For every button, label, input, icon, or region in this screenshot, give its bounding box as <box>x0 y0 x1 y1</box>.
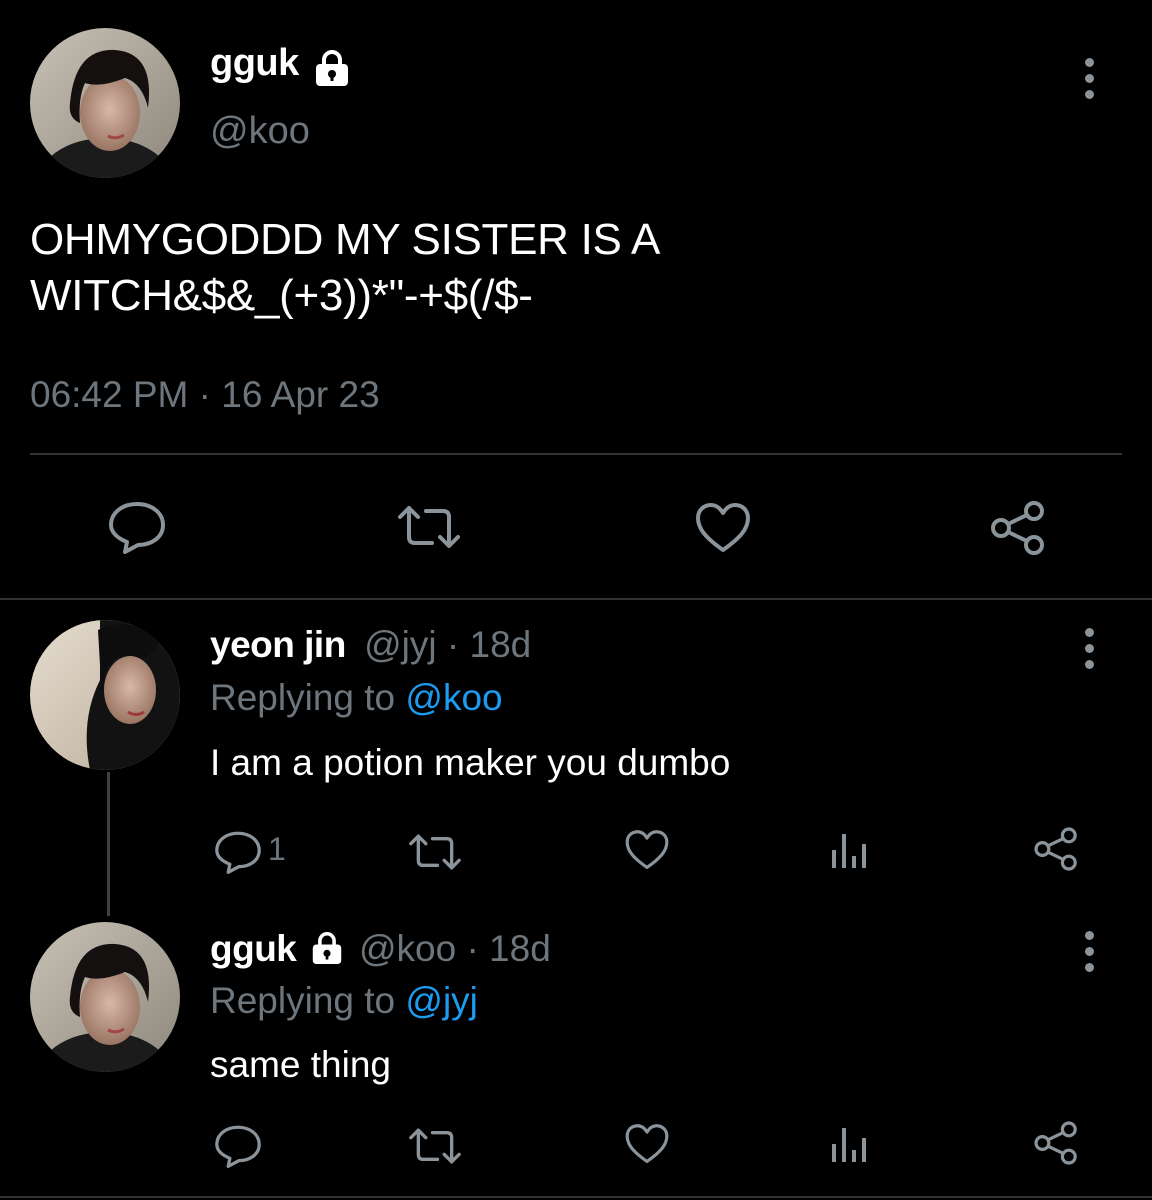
tweet-text-line: OHMYGODDD MY SISTER IS A <box>30 215 661 264</box>
retweet-icon[interactable] <box>407 1126 463 1166</box>
retweet-icon[interactable] <box>407 832 463 872</box>
retweet-icon[interactable] <box>396 503 462 551</box>
divider <box>30 453 1122 455</box>
lock-icon <box>312 50 352 86</box>
analytics-icon[interactable] <box>830 830 870 870</box>
heart-icon[interactable] <box>624 1123 670 1165</box>
replying-to-label: Replying to <box>210 677 396 718</box>
reply-text: I am a potion maker you dumbo <box>210 742 731 783</box>
reply-avatar[interactable] <box>30 922 180 1072</box>
lock-icon <box>309 932 345 964</box>
reply-age: · 18d <box>446 624 532 665</box>
replying-to: Replying to @koo <box>210 677 503 719</box>
more-vertical-icon[interactable] <box>1083 628 1095 669</box>
author-avatar[interactable] <box>30 28 180 178</box>
divider <box>0 1196 1152 1198</box>
tweet-time: 06:42 PM <box>30 374 189 415</box>
author-handle[interactable]: @koo <box>210 110 310 153</box>
more-vertical-icon[interactable] <box>1083 931 1095 972</box>
comment-icon[interactable] <box>213 1124 263 1168</box>
divider <box>0 598 1152 600</box>
replying-to: Replying to @jyj <box>210 980 478 1022</box>
thread-line <box>107 772 110 916</box>
reply-avatar[interactable] <box>30 620 180 770</box>
tweet-text: OHMYGODDD MY SISTER IS A WITCH&$&_(+3))*… <box>30 212 660 324</box>
replying-to-handle[interactable]: @jyj <box>405 980 478 1021</box>
reply-display-name[interactable]: yeon jin <box>210 624 346 665</box>
reply-age: · 18d <box>466 928 551 969</box>
reply-handle[interactable]: @jyj <box>364 624 437 665</box>
author-display-name[interactable]: gguk <box>210 42 299 85</box>
reply-header: yeon jin @jyj · 18d <box>210 624 531 666</box>
comment-icon[interactable] <box>213 830 263 874</box>
more-vertical-icon[interactable] <box>1083 58 1095 99</box>
tweet-text-line: WITCH&$&_(+3))*"-+$(/$- <box>30 271 533 320</box>
share-icon[interactable] <box>1032 1120 1080 1166</box>
reply-header: gguk @koo · 18d <box>210 928 551 970</box>
reply-display-name[interactable]: gguk <box>210 928 297 969</box>
reply-handle[interactable]: @koo <box>359 928 456 969</box>
share-icon[interactable] <box>1032 826 1080 872</box>
replying-to-label: Replying to <box>210 980 396 1021</box>
reply-count: 1 <box>268 831 286 867</box>
heart-icon[interactable] <box>624 829 670 871</box>
tweet-timestamp[interactable]: 06:42 PM · 16 Apr 23 <box>30 374 380 416</box>
reply-text: same thing <box>210 1044 391 1085</box>
tweet-date: 16 Apr 23 <box>221 374 380 415</box>
heart-icon[interactable] <box>694 502 752 554</box>
replying-to-handle[interactable]: @koo <box>405 677 502 718</box>
share-icon[interactable] <box>988 500 1048 556</box>
analytics-icon[interactable] <box>830 1124 870 1164</box>
separator-dot: · <box>198 374 211 415</box>
comment-icon[interactable] <box>107 500 167 554</box>
